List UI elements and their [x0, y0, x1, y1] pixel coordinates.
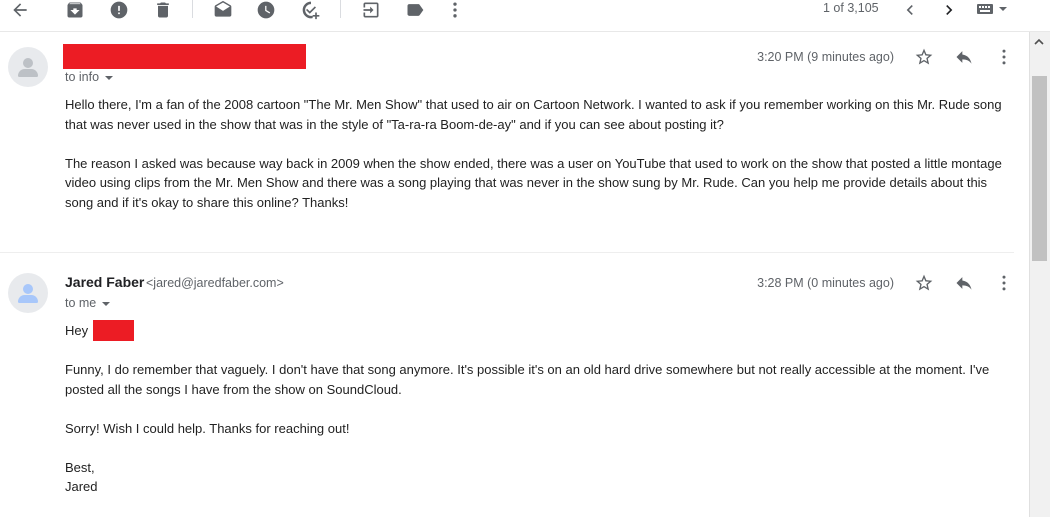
- redacted-sender: [63, 44, 306, 69]
- recipient-label: to me: [65, 296, 97, 310]
- back-arrow-icon[interactable]: [8, 0, 32, 20]
- sender-email: <jared@jaredfaber.com>: [146, 276, 284, 290]
- pager-count: 1 of 3,105: [823, 1, 879, 15]
- more-vert-icon[interactable]: [443, 0, 467, 20]
- recipient-details[interactable]: to me: [65, 296, 111, 310]
- toolbar-separator: [340, 0, 341, 18]
- body-paragraph: Funny, I do remember that vaguely. I don…: [65, 362, 990, 397]
- move-to-icon[interactable]: [359, 0, 383, 20]
- message-divider: [0, 252, 1014, 253]
- star-icon[interactable]: [914, 273, 934, 293]
- recipient-label: to info: [65, 70, 100, 84]
- report-spam-icon[interactable]: [107, 0, 131, 20]
- message-timestamp: 3:28 PM (0 minutes ago): [757, 276, 894, 290]
- scrollbar-thumb[interactable]: [1032, 76, 1047, 261]
- message-timestamp: 3:20 PM (9 minutes ago): [757, 50, 894, 64]
- redacted-recipient-name: [93, 320, 134, 341]
- toolbar-separator: [192, 0, 193, 18]
- recipient-details[interactable]: to info: [65, 70, 114, 84]
- body-paragraph: Sorry! Wish I could help. Thanks for rea…: [65, 420, 350, 436]
- star-icon[interactable]: [914, 47, 934, 67]
- more-vert-icon[interactable]: [994, 47, 1014, 67]
- newer-chevron-icon[interactable]: [898, 0, 922, 20]
- archive-icon[interactable]: [63, 0, 87, 20]
- caret-down-icon[interactable]: [102, 301, 111, 306]
- snooze-icon[interactable]: [254, 0, 278, 20]
- body-paragraph: Hello there, I'm a fan of the 2008 carto…: [65, 97, 1002, 132]
- sender-name: Jared Faber: [65, 274, 145, 290]
- body-signoff: Best,: [65, 459, 95, 475]
- add-to-tasks-icon[interactable]: [299, 0, 323, 20]
- older-chevron-icon[interactable]: [937, 0, 961, 20]
- greeting-text: Hey: [65, 323, 89, 338]
- body-greeting: Hey: [65, 321, 1010, 341]
- keyboard-icon[interactable]: [975, 0, 1011, 20]
- message-body: Hello there, I'm a fan of the 2008 carto…: [65, 95, 1010, 212]
- body-signature: Jared: [65, 479, 98, 494]
- avatar: [8, 273, 48, 313]
- labels-icon[interactable]: [403, 0, 427, 20]
- delete-icon[interactable]: [151, 0, 175, 20]
- message-body: Hey Funny, I do remember that vaguely. I…: [65, 321, 1010, 497]
- body-paragraph: The reason I asked was because way back …: [65, 155, 1002, 210]
- caret-down-icon[interactable]: [105, 75, 114, 80]
- reply-icon[interactable]: [954, 273, 974, 293]
- reply-icon[interactable]: [954, 47, 974, 67]
- avatar: [8, 47, 48, 87]
- scroll-up-arrow-icon[interactable]: [1033, 34, 1045, 45]
- more-vert-icon[interactable]: [994, 273, 1014, 293]
- message-toolbar: 1 of 3,105: [0, 0, 1050, 32]
- mark-unread-icon[interactable]: [211, 0, 235, 20]
